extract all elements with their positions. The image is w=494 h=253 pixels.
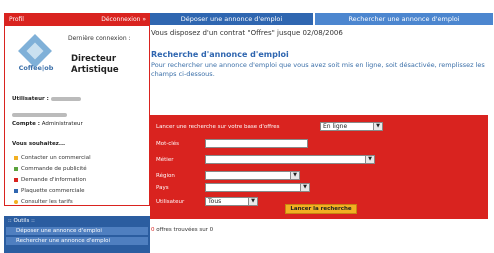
user-name-redacted: [50, 96, 81, 101]
account-line: Compte : Administrateur: [12, 121, 83, 127]
coffeejob-logo: Coffee|ob: [15, 34, 57, 76]
launch-search-label: Lancer une recherche sur votre base d'of…: [156, 124, 280, 130]
keywords-label: Mot-clés: [156, 141, 180, 147]
chevron-down-icon: ▼: [365, 156, 374, 163]
chevron-down-icon: ▼: [300, 184, 309, 191]
user-label: Utilisateur :: [12, 96, 49, 102]
job-label: Métier: [156, 157, 174, 163]
profile-panel: Profil Déconnexion » Coffee|ob Dernière …: [4, 13, 150, 206]
contact-icon: [14, 155, 18, 160]
bullet-icon: 0: [151, 227, 155, 233]
country-select[interactable]: ▼: [205, 183, 310, 192]
chevron-down-icon: ▼: [290, 172, 299, 179]
menu-plaquette-commerciale[interactable]: Plaquette commerciale: [14, 188, 84, 194]
last-connection-label: Dernière connexion :: [68, 35, 131, 42]
user-filter-label: Utilisateur: [156, 199, 185, 205]
account-value: Administrateur: [41, 121, 83, 127]
info-icon: [14, 177, 18, 182]
tools-panel: :: Outils :: Déposer une annonce d'emplo…: [4, 216, 150, 253]
wishes-title: Vous souhaitez...: [12, 141, 66, 147]
profile-header-title: Profil: [9, 16, 24, 23]
country-label: Pays: [156, 185, 169, 191]
tool-post-job[interactable]: Déposer une annonce d'emploi: [6, 227, 148, 235]
results-text: offres trouvées sur 0: [156, 227, 214, 233]
user-role-line2: Artistique: [71, 65, 119, 75]
tab-search-job[interactable]: Rechercher une annonce d'emploi: [315, 13, 493, 25]
account-label: Compte :: [12, 121, 40, 127]
profile-header: Profil Déconnexion »: [5, 14, 149, 26]
offer-base-select[interactable]: En ligne ▼: [320, 122, 383, 131]
job-select[interactable]: ▼: [205, 155, 375, 164]
logout-link[interactable]: Déconnexion »: [101, 14, 146, 26]
user-role-line1: Directeur: [71, 54, 117, 64]
logo-text: Coffee|ob: [18, 64, 54, 72]
menu-demande-information[interactable]: Demande d'information: [14, 177, 86, 183]
menu-contact-commercial[interactable]: Contacter un commercial: [14, 155, 91, 161]
user-role: Directeur Artistique: [71, 54, 119, 76]
pricing-icon: [14, 199, 18, 204]
brochure-icon: [14, 188, 18, 193]
region-label: Région: [156, 173, 175, 179]
keywords-input[interactable]: [205, 139, 308, 148]
menu-consulter-tarifs[interactable]: Consulter les tarifs: [14, 199, 73, 205]
chevron-down-icon: ▼: [248, 198, 257, 205]
tools-title: :: Outils ::: [8, 218, 35, 224]
user-line: Utilisateur :: [12, 96, 81, 102]
page-title: Recherche d'annonce d'emploi: [151, 50, 289, 59]
user-filter-select[interactable]: Tous ▼: [205, 197, 258, 206]
contract-info: Vous disposez d'un contrat "Offres" jusq…: [151, 29, 343, 37]
order-icon: [14, 166, 18, 171]
chevron-down-icon: ▼: [373, 123, 382, 130]
results-count: 0 offres trouvées sur 0: [151, 227, 213, 233]
page-description: Pour rechercher une annonce d'emploi que…: [151, 61, 485, 78]
tab-post-job[interactable]: Déposer une annonce d'emploi: [150, 13, 313, 25]
launch-search-button[interactable]: Lancer la recherche: [285, 204, 357, 214]
region-select[interactable]: ▼: [205, 171, 300, 180]
tool-search-job[interactable]: Rechercher une annonce d'emploi: [6, 237, 148, 245]
menu-commande-publicite[interactable]: Commande de publicité: [14, 166, 87, 172]
